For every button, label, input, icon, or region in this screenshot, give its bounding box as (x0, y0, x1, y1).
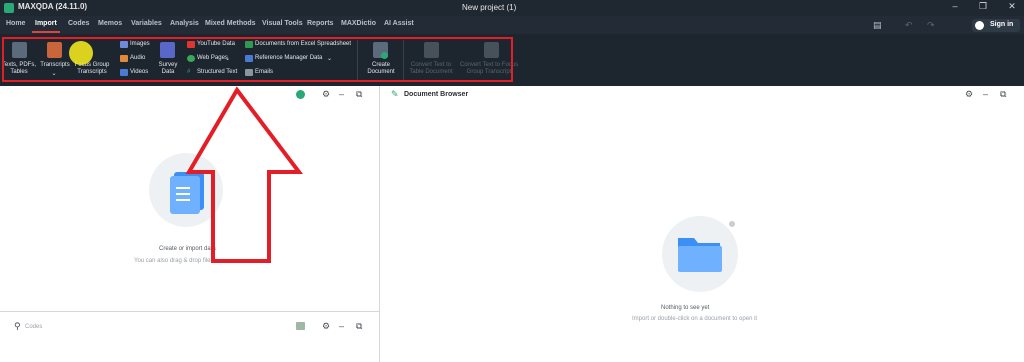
tab-maxdictio[interactable]: MAXDictio (341, 20, 376, 27)
pane-divider (0, 311, 379, 312)
close-icon[interactable]: ✕ (1004, 1, 1020, 12)
browser-gear-icon[interactable]: ⚙ (965, 89, 973, 100)
app-title: MAXQDA (24.11.0) (18, 2, 88, 11)
browser-minimize-icon[interactable]: – (983, 89, 988, 99)
layout-icon[interactable]: ▤ (873, 20, 882, 31)
tab-variables[interactable]: Variables (131, 20, 162, 27)
empty-folder-illustration (662, 216, 738, 292)
codes-minimize-icon[interactable]: – (339, 321, 344, 331)
codes-gear-icon[interactable]: ⚙ (322, 321, 330, 332)
sign-in-button[interactable]: Sign in (972, 19, 1020, 32)
tab-import[interactable]: Import (35, 20, 57, 27)
code-add-icon[interactable] (296, 322, 305, 330)
tab-memos[interactable]: Memos (98, 20, 122, 27)
tab-mixed-methods[interactable]: Mixed Methods (205, 20, 256, 27)
search-icon: ⚲ (14, 321, 21, 331)
annotation-up-arrow (185, 86, 304, 263)
maxqda-logo-icon (4, 3, 14, 13)
tab-reports[interactable]: Reports (307, 20, 333, 27)
title-bar: MAXQDA (24.11.0) New project (1) – ❐ ✕ (0, 0, 1024, 16)
vertical-divider (379, 86, 380, 362)
minimize-pane-icon[interactable]: – (339, 89, 344, 99)
codes-search-input[interactable]: Codes (25, 324, 42, 330)
minimize-icon[interactable]: – (947, 1, 963, 11)
undo-icon[interactable]: ↶ (905, 20, 913, 31)
active-tab-indicator (32, 31, 60, 33)
gear-icon[interactable]: ⚙ (322, 89, 330, 100)
user-icon (975, 21, 984, 30)
sign-in-label: Sign in (990, 21, 1014, 28)
browser-undock-icon[interactable]: ⧉ (1000, 89, 1006, 100)
browser-empty-title: Nothing to see yet (661, 305, 710, 311)
cursor-highlight (69, 41, 93, 65)
document-edit-icon: ✎ (391, 89, 399, 99)
project-title: New project (1) (462, 3, 517, 12)
tab-analysis[interactable]: Analysis (170, 20, 199, 27)
tab-ai-assist[interactable]: AI Assist (384, 20, 414, 27)
redo-icon[interactable]: ↷ (927, 20, 935, 31)
tab-home[interactable]: Home (6, 20, 25, 27)
browser-empty-subtitle: Import or double-click on a document to … (632, 316, 758, 322)
restore-icon[interactable]: ❐ (975, 1, 991, 12)
tab-codes[interactable]: Codes (68, 20, 89, 27)
undock-icon[interactable]: ⧉ (356, 89, 362, 100)
document-browser-title: Document Browser (404, 91, 469, 98)
tab-visual-tools[interactable]: Visual Tools (262, 20, 303, 27)
codes-undock-icon[interactable]: ⧉ (356, 321, 362, 332)
